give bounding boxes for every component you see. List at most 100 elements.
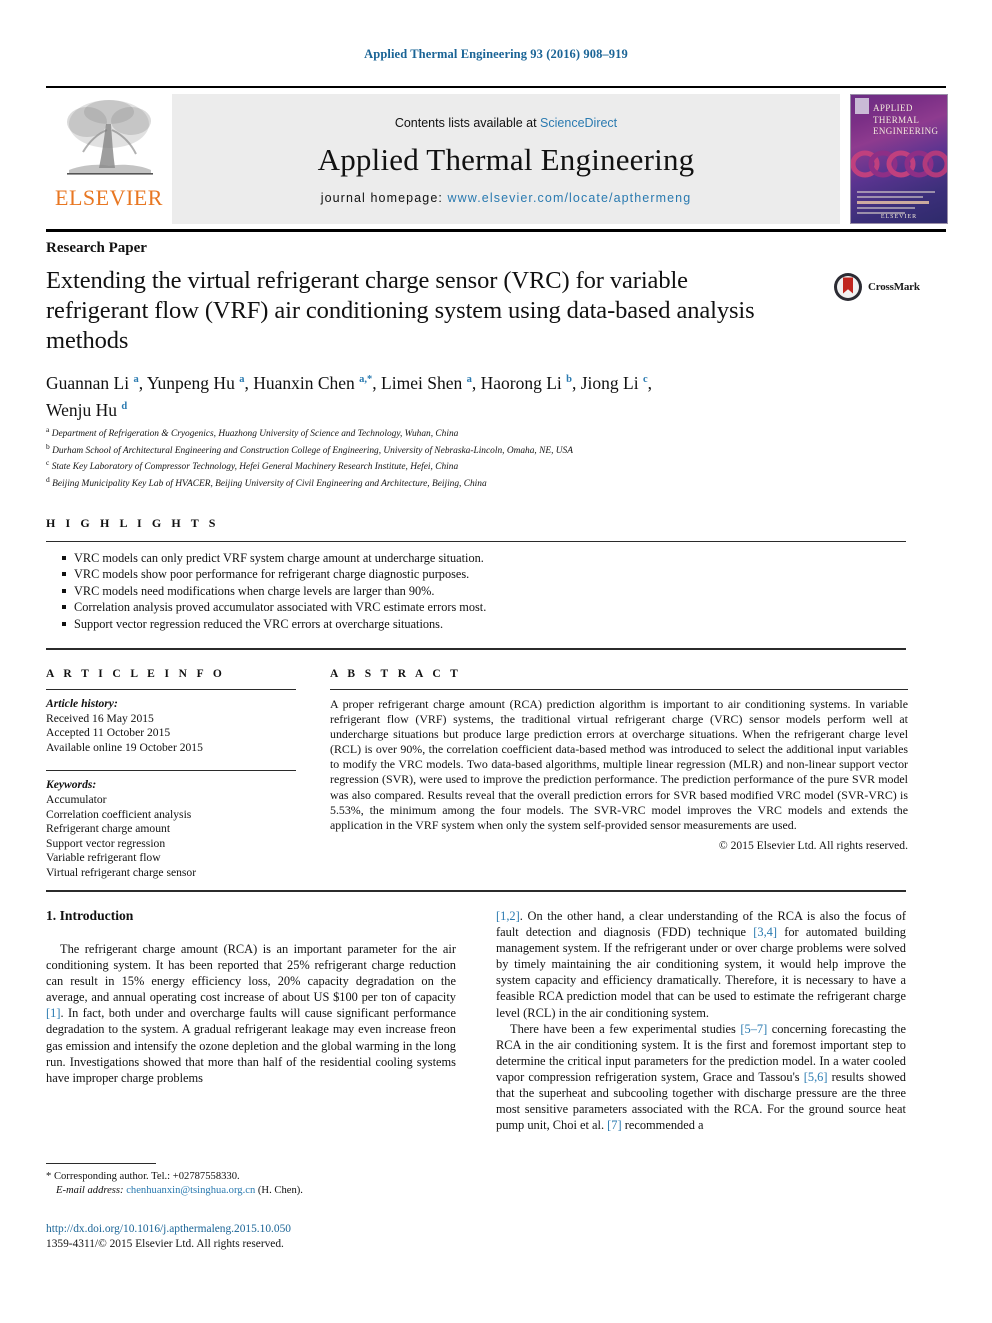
page-footer: http://dx.doi.org/10.1016/j.apthermaleng… (46, 1222, 546, 1251)
page-title: Extending the virtual refrigerant charge… (46, 267, 755, 354)
affiliation-text: State Key Laboratory of Compressor Techn… (51, 462, 459, 473)
article-type-label: Research Paper (46, 240, 147, 256)
affil-marker: b (566, 374, 572, 385)
citation-ref[interactable]: [1] (46, 1006, 60, 1020)
affil-marker: a (46, 425, 50, 434)
citation-ref[interactable]: [5,6] (804, 1070, 828, 1084)
journal-article-page: Applied Thermal Engineering 93 (2016) 90… (0, 0, 992, 1323)
crossmark-label: CrossMark (868, 281, 920, 293)
corresponding-author-text: Corresponding author. Tel.: +02787558330… (51, 1171, 240, 1182)
paragraph-part: There have been a few experimental studi… (510, 1021, 741, 1036)
abstract-heading: A B S T R A C T (330, 668, 462, 680)
keyword-item: Accumulator (46, 792, 107, 806)
doi-link[interactable]: http://dx.doi.org/10.1016/j.apthermaleng… (46, 1223, 291, 1235)
cover-title-text: APPLIED THERMAL ENGINEERING (873, 103, 938, 138)
body-left-column: 1. Introduction The refrigerant charge a… (46, 908, 456, 1133)
affil-marker: b (46, 441, 50, 451)
keyword-item: Correlation coefficient analysis (46, 807, 192, 821)
citation-ref[interactable]: [3,4] (753, 925, 777, 939)
affil-marker: c (46, 458, 50, 468)
list-item: VRC models show poor performance for ref… (60, 566, 920, 582)
citation-ref[interactable]: [1,2] (496, 909, 520, 923)
contents-prefix: Contents lists available at (394, 115, 541, 130)
email-line: E-mail address: chenhuanxin@tsinghua.org… (46, 1184, 476, 1198)
journal-masthead: ELSEVIER Contents lists available at Sci… (46, 86, 948, 228)
affil-marker: d (46, 475, 50, 485)
affil-marker: c (642, 374, 648, 385)
abstract-rule (330, 689, 908, 690)
highlights-heading: H I G H L I G H T S (46, 516, 219, 530)
citation-ref[interactable]: [5–7] (740, 1022, 767, 1036)
keyword-item: Support vector regression (46, 836, 166, 850)
sciencedirect-link[interactable]: ScienceDirect (540, 116, 617, 130)
affiliation-item: a Department of Refrigeration & Cryogeni… (46, 424, 906, 441)
cover-title-line1: APPLIED (873, 103, 913, 113)
abstract-text: A proper refrigerant charge amount (RCA)… (330, 697, 908, 832)
cover-rings-graphic (851, 150, 947, 178)
body-top-rule (46, 890, 906, 892)
masthead-bottom-rule (46, 229, 946, 232)
list-item: VRC models can only predict VRF system c… (60, 550, 920, 566)
article-info-rule (46, 689, 296, 690)
elsevier-tree-icon (67, 100, 153, 175)
homepage-prefix: journal homepage: (320, 190, 448, 205)
affil-marker: a (133, 374, 139, 385)
paragraph: The refrigerant charge amount (RCA) is a… (46, 941, 456, 1086)
abstract-rights: © 2015 Elsevier Ltd. All rights reserved… (718, 838, 908, 852)
keywords-label: Keywords: (46, 778, 97, 792)
affil-marker: d (121, 400, 128, 412)
corresponding-author-footnote: * Corresponding author. Tel.: +027875583… (46, 1170, 476, 1198)
corresponding-author-line: * Corresponding author. Tel.: +027875583… (46, 1170, 476, 1184)
citation-ref[interactable]: [7] (607, 1118, 621, 1132)
journal-title: Applied Thermal Engineering (317, 141, 695, 177)
keyword-item: Variable refrigerant flow (46, 851, 161, 865)
article-history-block: Article history: Received 16 May 2015 Ac… (46, 697, 296, 755)
history-available-online: Available online 19 October 2015 (46, 740, 203, 754)
footnote-rule (46, 1163, 156, 1164)
body-right-column: [1,2]. On the other hand, a clear unders… (496, 908, 906, 1133)
affil-marker: a,* (359, 374, 373, 385)
body-two-column: 1. Introduction The refrigerant charge a… (46, 908, 906, 1133)
paragraph-part: recommended a (621, 1118, 704, 1133)
article-info-heading: A R T I C L E I N F O (46, 668, 226, 680)
paragraph: There have been a few experimental studi… (496, 1021, 906, 1134)
journal-cover-art: APPLIED THERMAL ENGINEERING ELSEVIER (850, 94, 948, 224)
keyword-item: Virtual refrigerant charge sensor (46, 865, 197, 879)
crossmark-badge[interactable]: CrossMark (833, 272, 920, 302)
history-received: Received 16 May 2015 (46, 711, 154, 725)
affiliation-text: Durham School of Architectural Engineeri… (52, 445, 573, 456)
affiliation-list: a Department of Refrigeration & Cryogeni… (46, 424, 906, 491)
affiliation-item: b Durham School of Architectural Enginee… (46, 441, 906, 458)
journal-homepage-link[interactable]: www.elsevier.com/locate/apthermeng (448, 191, 692, 205)
section-heading-introduction: 1. Introduction (46, 908, 134, 923)
affiliation-item: c State Key Laboratory of Compressor Tec… (46, 457, 906, 474)
highlights-list: VRC models can only predict VRF system c… (60, 550, 920, 632)
cover-title-line3: ENGINEERING (873, 126, 939, 136)
running-head: Applied Thermal Engineering 93 (2016) 90… (364, 47, 628, 61)
paragraph-part: . In fact, both under and overcharge fau… (46, 1006, 456, 1085)
keywords-rule (46, 770, 296, 772)
author-line-2: Wenju Hu d (46, 399, 128, 420)
journal-homepage-line: journal homepage: www.elsevier.com/locat… (321, 191, 692, 205)
cover-publisher-mark (855, 98, 869, 114)
journal-band: Contents lists available at ScienceDirec… (172, 94, 840, 224)
crossmark-icon (834, 273, 862, 301)
affiliation-text: Department of Refrigeration & Cryogenics… (51, 429, 459, 440)
paragraph-part: for automated building management system… (496, 925, 906, 1020)
abstract-column: A B S T R A C T A proper refrigerant cha… (330, 668, 908, 852)
author-list: Guannan Li a, Yunpeng Hu a, Huanxin Chen… (46, 368, 806, 422)
keywords-block: Keywords: Accumulator Correlation coeffi… (46, 778, 296, 880)
highlights-rule (46, 541, 906, 542)
elsevier-wordmark: ELSEVIER (55, 185, 163, 210)
list-item: VRC models need modifications when charg… (60, 583, 920, 599)
history-accepted: Accepted 11 October 2015 (46, 726, 171, 740)
email-link[interactable]: chenhuanxin@tsinghua.org.cn (126, 1185, 255, 1196)
contents-available-line: Contents lists available at ScienceDirec… (395, 116, 617, 130)
info-section-top-rule (46, 648, 906, 650)
paragraph-part: The refrigerant charge amount (RCA) is a… (46, 942, 456, 1005)
email-label: E-mail address: (56, 1185, 127, 1196)
affiliation-text: Beijing Municipality Key Lab of HVACER, … (52, 479, 487, 490)
cover-brand: ELSEVIER (880, 214, 918, 220)
list-item: Correlation analysis proved accumulator … (60, 599, 920, 615)
